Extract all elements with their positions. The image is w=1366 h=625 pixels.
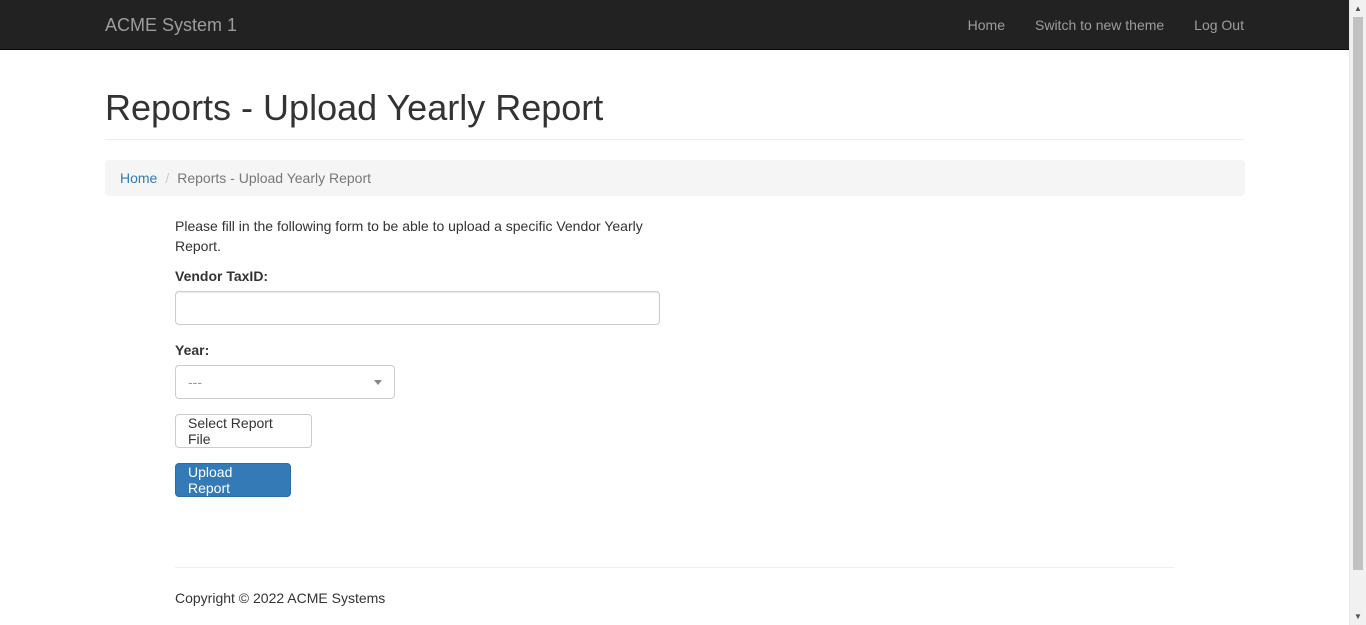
scroll-thumb[interactable] xyxy=(1353,17,1363,570)
brand-link[interactable]: ACME System 1 xyxy=(105,14,237,36)
title-divider xyxy=(105,139,1245,140)
vertical-scrollbar[interactable]: ▲ ▼ xyxy=(1349,0,1366,625)
upload-report-button[interactable]: Upload Report xyxy=(175,463,291,497)
vendor-taxid-label: Vendor TaxID: xyxy=(175,268,269,284)
year-select[interactable]: --- xyxy=(175,365,395,399)
nav-link-home[interactable]: Home xyxy=(953,0,1020,50)
footer-divider xyxy=(175,567,1174,568)
year-label: Year: xyxy=(175,342,210,358)
chevron-down-icon xyxy=(374,380,382,385)
nav-link-switch-theme[interactable]: Switch to new theme xyxy=(1020,0,1179,50)
nav-links: Home Switch to new theme Log Out xyxy=(953,0,1244,50)
year-select-value: --- xyxy=(188,374,202,390)
form-intro-text: Please fill in the following form to be … xyxy=(175,218,643,254)
footer-copyright: Copyright © 2022 ACME Systems xyxy=(175,590,386,606)
top-navbar: ACME System 1 Home Switch to new theme L… xyxy=(0,0,1349,50)
scroll-up-arrow-icon[interactable]: ▲ xyxy=(1350,0,1366,17)
breadcrumb: Home / Reports - Upload Yearly Report xyxy=(105,160,1245,196)
breadcrumb-home-link[interactable]: Home xyxy=(120,170,157,186)
scroll-down-arrow-icon[interactable]: ▼ xyxy=(1350,608,1366,625)
breadcrumb-current: Reports - Upload Yearly Report xyxy=(177,170,372,186)
nav-link-log-out[interactable]: Log Out xyxy=(1179,0,1244,50)
vendor-taxid-input[interactable] xyxy=(175,291,660,325)
page-title: Reports - Upload Yearly Report xyxy=(105,87,604,128)
select-report-file-button[interactable]: Select Report File xyxy=(175,414,312,448)
breadcrumb-separator: / xyxy=(165,170,170,186)
